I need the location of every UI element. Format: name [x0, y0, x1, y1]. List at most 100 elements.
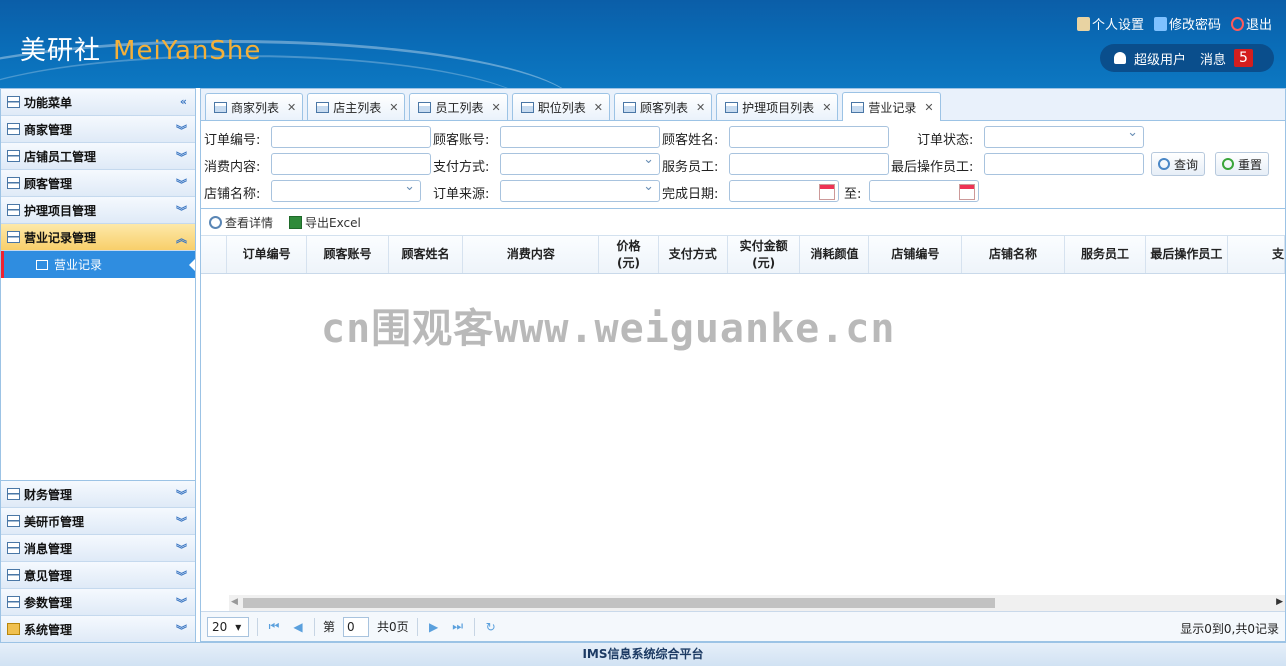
close-icon[interactable]: ✕	[924, 101, 933, 114]
last-page-icon[interactable]: ⏭	[450, 619, 466, 634]
close-icon[interactable]: ✕	[822, 101, 831, 114]
shop-name-select[interactable]	[271, 179, 421, 202]
column-header[interactable]: 顾客账号	[307, 236, 389, 273]
sidebar-item-system[interactable]: 系统管理 ︾	[1, 616, 195, 643]
pay-method-select[interactable]	[500, 152, 660, 175]
messages-badge[interactable]: 5	[1234, 49, 1253, 67]
column-header[interactable]: 顾客姓名	[389, 236, 464, 273]
horizontal-scrollbar[interactable]: ◀ ▶	[229, 595, 1285, 611]
scroll-left-icon[interactable]: ◀	[231, 597, 238, 607]
sidebar-item-feedback[interactable]: 意见管理 ︾	[1, 562, 195, 589]
page-size-select[interactable]: 20 ▾	[207, 616, 249, 637]
list-icon	[7, 123, 20, 135]
table-icon	[520, 101, 534, 113]
tab-customer-list[interactable]: 顾客列表 ✕	[613, 93, 713, 120]
order-source-select[interactable]	[500, 179, 660, 202]
tab-care-item-list[interactable]: 护理项目列表 ✕	[716, 93, 839, 120]
query-button[interactable]: 查询	[1151, 152, 1205, 176]
tab-owner-list[interactable]: 店主列表 ✕	[307, 93, 406, 120]
sidebar-item-label: 营业记录管理	[24, 230, 97, 245]
column-header[interactable]: 实付金额 (元)	[728, 236, 801, 273]
sidebar-item-shop-staff[interactable]: 店铺员工管理 ︾	[1, 143, 195, 170]
record-info: 显示0到0,共0记录	[1180, 622, 1279, 636]
column-header[interactable]: 支付方式	[659, 236, 728, 273]
user-pill: 超级用户 消息 5	[1100, 44, 1274, 72]
refresh-icon[interactable]: ↻	[483, 620, 499, 634]
column-header[interactable]: 消耗颜值	[800, 236, 870, 273]
column-header[interactable]: 店铺编号	[869, 236, 963, 273]
logo-cn: 美研社	[20, 36, 102, 66]
sidebar-item-merchants[interactable]: 商家管理 ︾	[1, 116, 195, 143]
prev-page-icon[interactable]: ◀	[290, 620, 306, 634]
col-label: 支付方式	[668, 247, 717, 261]
column-header[interactable]: 订单编号	[227, 236, 308, 273]
scrollbar-thumb[interactable]	[243, 598, 995, 608]
sidebar-item-care-items[interactable]: 护理项目管理 ︾	[1, 197, 195, 224]
close-icon[interactable]: ✕	[287, 101, 296, 114]
order-status-select[interactable]	[984, 125, 1144, 148]
service-staff-input[interactable]	[729, 153, 889, 175]
date-to-label: 至:	[844, 187, 862, 202]
tab-merchant-list[interactable]: 商家列表 ✕	[205, 93, 304, 120]
scroll-right-icon[interactable]: ▶	[1276, 597, 1283, 607]
col-label: 订单编号	[242, 247, 291, 261]
key-icon	[1153, 16, 1167, 31]
export-excel-button[interactable]: 导出Excel	[289, 214, 361, 231]
messages-label[interactable]: 消息	[1200, 49, 1226, 68]
column-header[interactable]: 支	[1228, 236, 1285, 273]
table-icon	[851, 101, 865, 113]
view-detail-label: 查看详情	[225, 215, 274, 230]
sidebar-item-messages[interactable]: 消息管理 ︾	[1, 535, 195, 562]
logout-link[interactable]: 退出	[1230, 14, 1272, 33]
column-header[interactable]: 价格 (元)	[599, 236, 659, 273]
tab-label: 职位列表	[537, 100, 586, 115]
close-icon[interactable]: ✕	[389, 101, 398, 114]
last-staff-input[interactable]	[984, 153, 1144, 175]
consume-content-input[interactable]	[271, 153, 431, 175]
personal-settings-label: 个人设置	[1091, 18, 1144, 33]
close-icon[interactable]: ✕	[696, 101, 705, 114]
change-password-link[interactable]: 修改密码	[1153, 14, 1221, 33]
chevron-down-icon: ︾	[176, 543, 187, 556]
close-icon[interactable]: ✕	[491, 101, 500, 114]
reset-button[interactable]: 重置	[1215, 152, 1269, 176]
column-header[interactable]: 服务员工	[1065, 236, 1147, 273]
separator	[257, 617, 258, 636]
sidebar-subitem-business-record[interactable]: 营业记录	[1, 251, 195, 278]
close-icon[interactable]: ✕	[594, 101, 603, 114]
sidebar-item-business-records[interactable]: 营业记录管理 ︽	[1, 224, 195, 251]
list-icon	[7, 177, 20, 189]
column-header[interactable]: 最后操作员工	[1146, 236, 1228, 273]
username[interactable]: 超级用户	[1134, 49, 1186, 68]
next-page-icon[interactable]: ▶	[426, 620, 442, 634]
view-detail-button[interactable]: 查看详情	[209, 214, 273, 231]
consume-content-label: 消费内容:	[204, 160, 261, 175]
sidebar-item-coins[interactable]: 美研币管理 ︾	[1, 508, 195, 535]
sidebar-spacer	[1, 278, 195, 481]
page-number-input[interactable]: 0	[343, 616, 370, 637]
personal-settings-link[interactable]: 个人设置	[1076, 14, 1144, 33]
customer-account-input[interactable]	[500, 126, 660, 148]
tab-position-list[interactable]: 职位列表 ✕	[511, 93, 610, 120]
sidebar-item-params[interactable]: 参数管理 ︾	[1, 589, 195, 616]
customer-name-input[interactable]	[729, 126, 889, 148]
column-header[interactable]: 店铺名称	[962, 236, 1065, 273]
tab-business-record[interactable]: 营业记录 ✕	[842, 92, 941, 121]
tab-staff-list[interactable]: 员工列表 ✕	[409, 93, 508, 120]
col-label: 支	[1271, 247, 1284, 261]
sidebar-item-customers[interactable]: 顾客管理 ︾	[1, 170, 195, 197]
table-icon	[316, 101, 330, 113]
list-icon	[7, 515, 20, 527]
order-status-label: 订单状态:	[917, 133, 974, 148]
finish-date-end-input[interactable]	[869, 180, 979, 202]
list-icon	[7, 569, 20, 581]
collapse-icon[interactable]: «	[180, 95, 187, 108]
finish-date-start-input[interactable]	[729, 180, 839, 202]
column-header[interactable]: 消费内容	[463, 236, 600, 273]
person-icon	[1114, 52, 1126, 64]
order-no-input[interactable]	[271, 126, 431, 148]
export-excel-label: 导出Excel	[305, 215, 361, 230]
first-page-icon[interactable]: ⏮	[266, 619, 282, 634]
sidebar-item-finance[interactable]: 财务管理 ︾	[1, 481, 195, 508]
sidebar-item-label: 财务管理	[24, 487, 73, 502]
